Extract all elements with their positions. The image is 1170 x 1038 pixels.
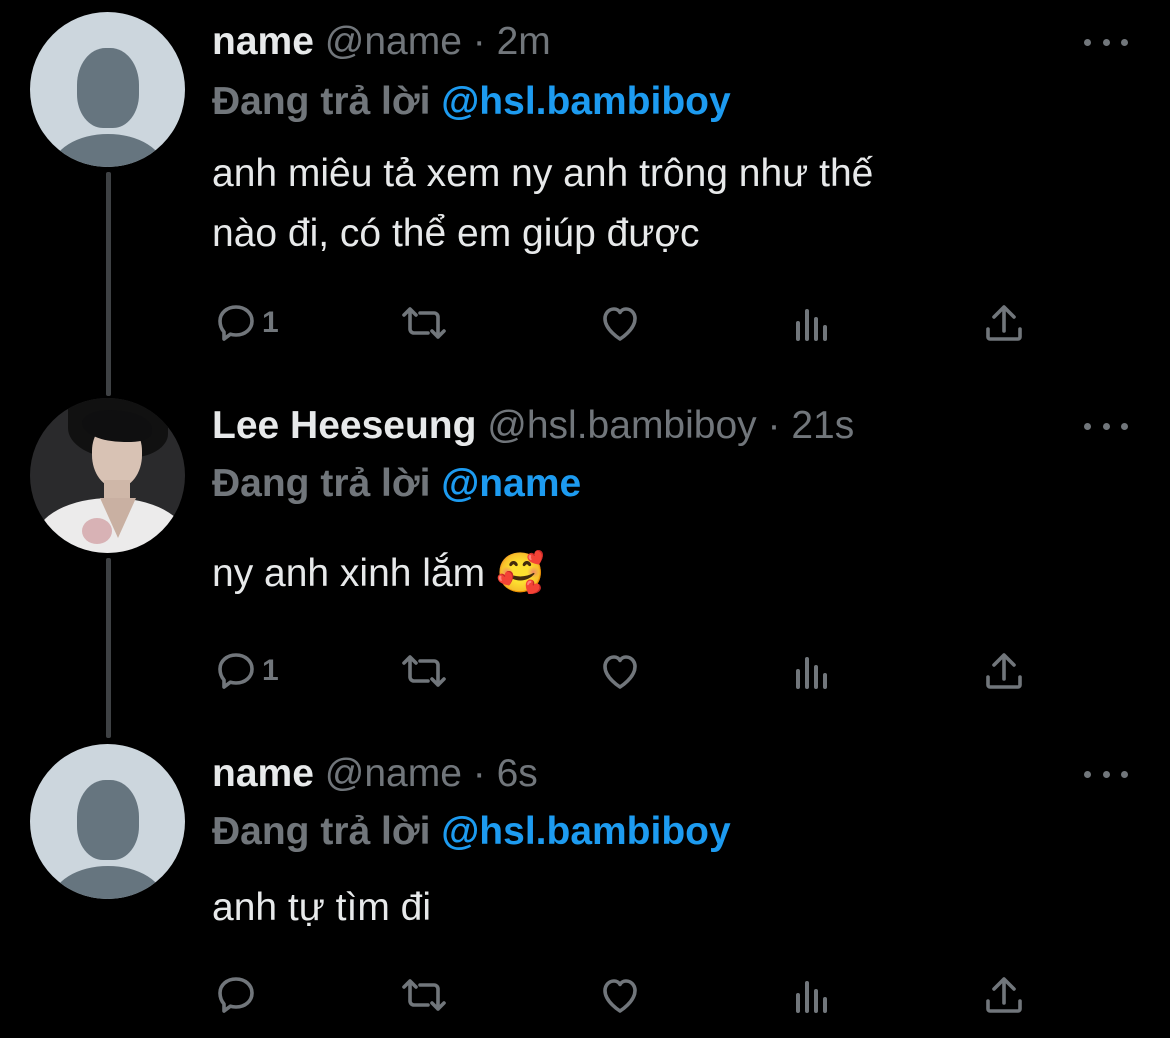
action-bar: 1 (212, 298, 1052, 348)
default-avatar-head (77, 780, 139, 860)
reply-handle-link[interactable]: @hsl.bambiboy (441, 810, 730, 853)
like-button[interactable] (596, 298, 644, 348)
separator: · (472, 752, 486, 795)
reply-button[interactable] (212, 970, 262, 1020)
share-button[interactable] (980, 298, 1028, 348)
retweet-button[interactable] (400, 298, 448, 348)
views-icon (796, 309, 827, 341)
like-icon (603, 655, 637, 689)
reply-prefix: Đang trả lời (212, 80, 431, 123)
avatar-photo-detail (82, 518, 112, 544)
timestamp[interactable]: 2m (497, 20, 551, 63)
share-icon (986, 305, 1022, 341)
reply-handle-link[interactable]: @hsl.bambiboy (441, 80, 730, 123)
display-name[interactable]: Lee Heeseung (212, 404, 476, 447)
default-avatar-shoulders (52, 134, 164, 167)
reply-icon (218, 653, 254, 689)
tweet-text-line: nào đi, có thể em giúp được (212, 212, 700, 255)
share-icon (986, 977, 1022, 1013)
reply-icon (218, 305, 254, 341)
views-button[interactable] (788, 646, 836, 696)
separator: · (767, 404, 781, 447)
more-icon[interactable] (1084, 32, 1128, 52)
display-name[interactable]: name (212, 752, 314, 795)
like-icon (603, 979, 637, 1013)
tweet-text: anh tự tìm đi (212, 886, 432, 929)
views-icon (796, 981, 827, 1013)
avatar[interactable] (30, 12, 185, 167)
reply-handle-link[interactable]: @name (441, 462, 581, 505)
reply-button[interactable]: 1 (212, 646, 279, 696)
tweet-text: anh miêu tả xem ny anh trông như thế nào… (212, 144, 1112, 264)
default-avatar-shoulders (52, 866, 164, 899)
reply-prefix: Đang trả lời (212, 810, 431, 853)
handle[interactable]: @name (325, 20, 462, 63)
action-bar: 1 (212, 646, 1052, 696)
retweet-button[interactable] (400, 970, 448, 1020)
like-button[interactable] (596, 646, 644, 696)
retweet-icon (402, 655, 446, 687)
timestamp[interactable]: 6s (497, 752, 538, 795)
reply-context: Đang trả lời @hsl.bambiboy (212, 808, 731, 856)
handle[interactable]: @hsl.bambiboy (487, 404, 756, 447)
like-icon (603, 307, 637, 341)
timestamp[interactable]: 21s (791, 404, 854, 447)
tweet[interactable]: name @name · 2m Đang trả lời @hsl.bambib… (0, 0, 1170, 380)
reply-prefix: Đang trả lời (212, 462, 431, 505)
like-button[interactable] (596, 970, 644, 1020)
views-button[interactable] (788, 298, 836, 348)
default-avatar-head (77, 48, 139, 128)
views-icon (796, 657, 827, 689)
tweet-header: name @name · 6s (212, 750, 538, 798)
avatar[interactable] (30, 744, 185, 899)
reply-button[interactable]: 1 (212, 298, 279, 348)
tweet[interactable]: name @name · 6s Đang trả lời @hsl.bambib… (0, 740, 1170, 1038)
tweet-text: ny anh xinh lắm 🥰 (212, 552, 545, 595)
tweet-header: Lee Heeseung @hsl.bambiboy · 21s (212, 402, 854, 450)
retweet-icon (402, 979, 446, 1011)
more-icon[interactable] (1084, 764, 1128, 784)
share-icon (986, 653, 1022, 689)
handle[interactable]: @name (325, 752, 462, 795)
tweet-text-line: anh miêu tả xem ny anh trông như thế (212, 152, 874, 195)
retweet-button[interactable] (400, 646, 448, 696)
action-bar (212, 970, 1052, 1020)
reply-icon (218, 977, 254, 1013)
tweet-header: name @name · 2m (212, 18, 551, 66)
reply-context: Đang trả lời @hsl.bambiboy (212, 78, 731, 126)
reply-count: 1 (262, 306, 279, 339)
views-button[interactable] (788, 970, 836, 1020)
share-button[interactable] (980, 646, 1028, 696)
avatar[interactable] (30, 398, 185, 553)
reply-count: 1 (262, 654, 279, 687)
tweet[interactable]: Lee Heeseung @hsl.bambiboy · 21s Đang tr… (0, 380, 1170, 740)
reply-context: Đang trả lời @name (212, 460, 581, 508)
separator: · (472, 20, 486, 63)
more-icon[interactable] (1084, 416, 1128, 436)
display-name[interactable]: name (212, 20, 314, 63)
retweet-icon (402, 307, 446, 339)
share-button[interactable] (980, 970, 1028, 1020)
